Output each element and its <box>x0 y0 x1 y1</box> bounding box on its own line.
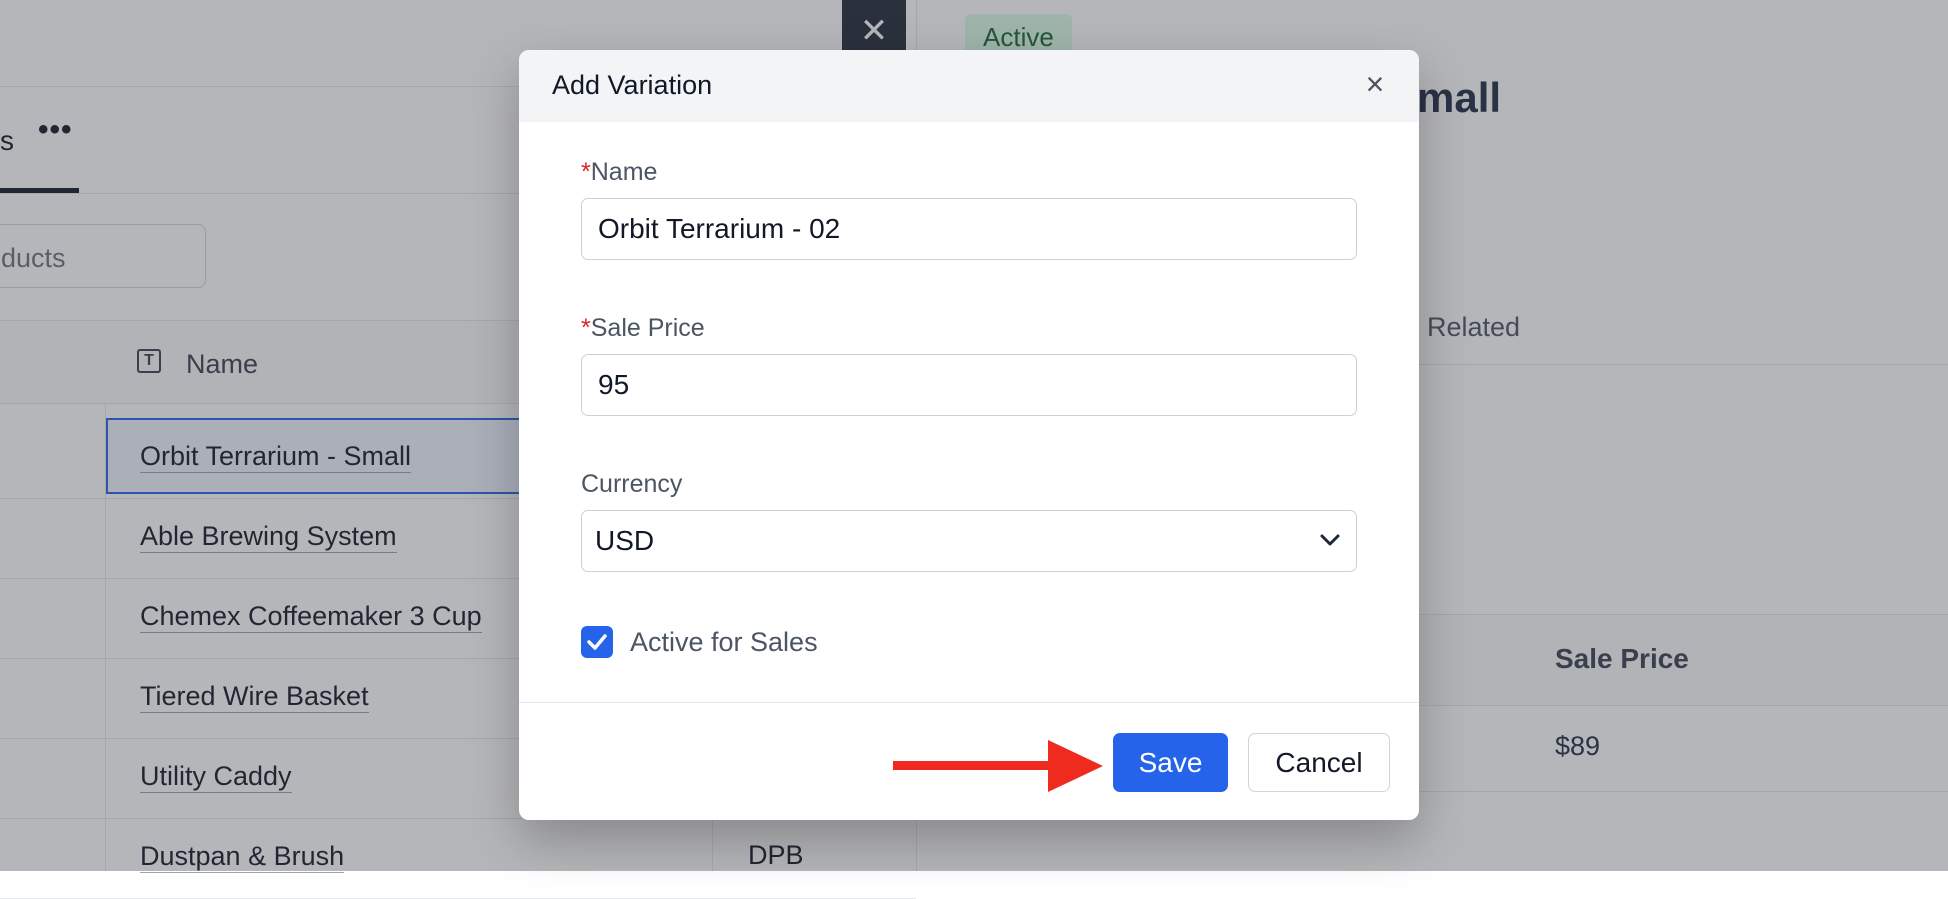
checkmark-icon <box>587 634 607 650</box>
footer-divider <box>519 702 1419 703</box>
currency-select[interactable]: USD <box>581 510 1357 572</box>
sale-price-label-text: Sale Price <box>590 314 705 342</box>
currency-selected-value: USD <box>595 525 655 556</box>
dialog-title: Add Variation <box>552 70 713 100</box>
add-variation-dialog: Add Variation × *Name *Sale Price Curren… <box>519 50 1419 820</box>
name-field-label: *Name <box>581 158 657 187</box>
required-marker: * <box>581 314 591 342</box>
currency-field-label: Currency <box>581 470 682 499</box>
name-label-text: Name <box>590 158 658 186</box>
sale-price-input[interactable] <box>581 354 1357 416</box>
close-icon[interactable]: × <box>1355 64 1395 104</box>
required-marker: * <box>581 158 591 186</box>
save-button[interactable]: Save <box>1113 733 1228 792</box>
currency-label-text: Currency <box>581 470 683 498</box>
name-input[interactable] <box>581 198 1357 260</box>
chevron-down-icon <box>1320 534 1340 546</box>
annotation-arrow-icon <box>893 740 1103 792</box>
active-for-sales-checkbox[interactable] <box>581 626 613 658</box>
close-glyph: × <box>1365 66 1385 102</box>
sale-price-field-label: *Sale Price <box>581 314 705 343</box>
active-for-sales-label[interactable]: Active for Sales <box>630 627 818 658</box>
cancel-button[interactable]: Cancel <box>1248 733 1390 792</box>
dialog-header: Add Variation × <box>519 50 1419 122</box>
